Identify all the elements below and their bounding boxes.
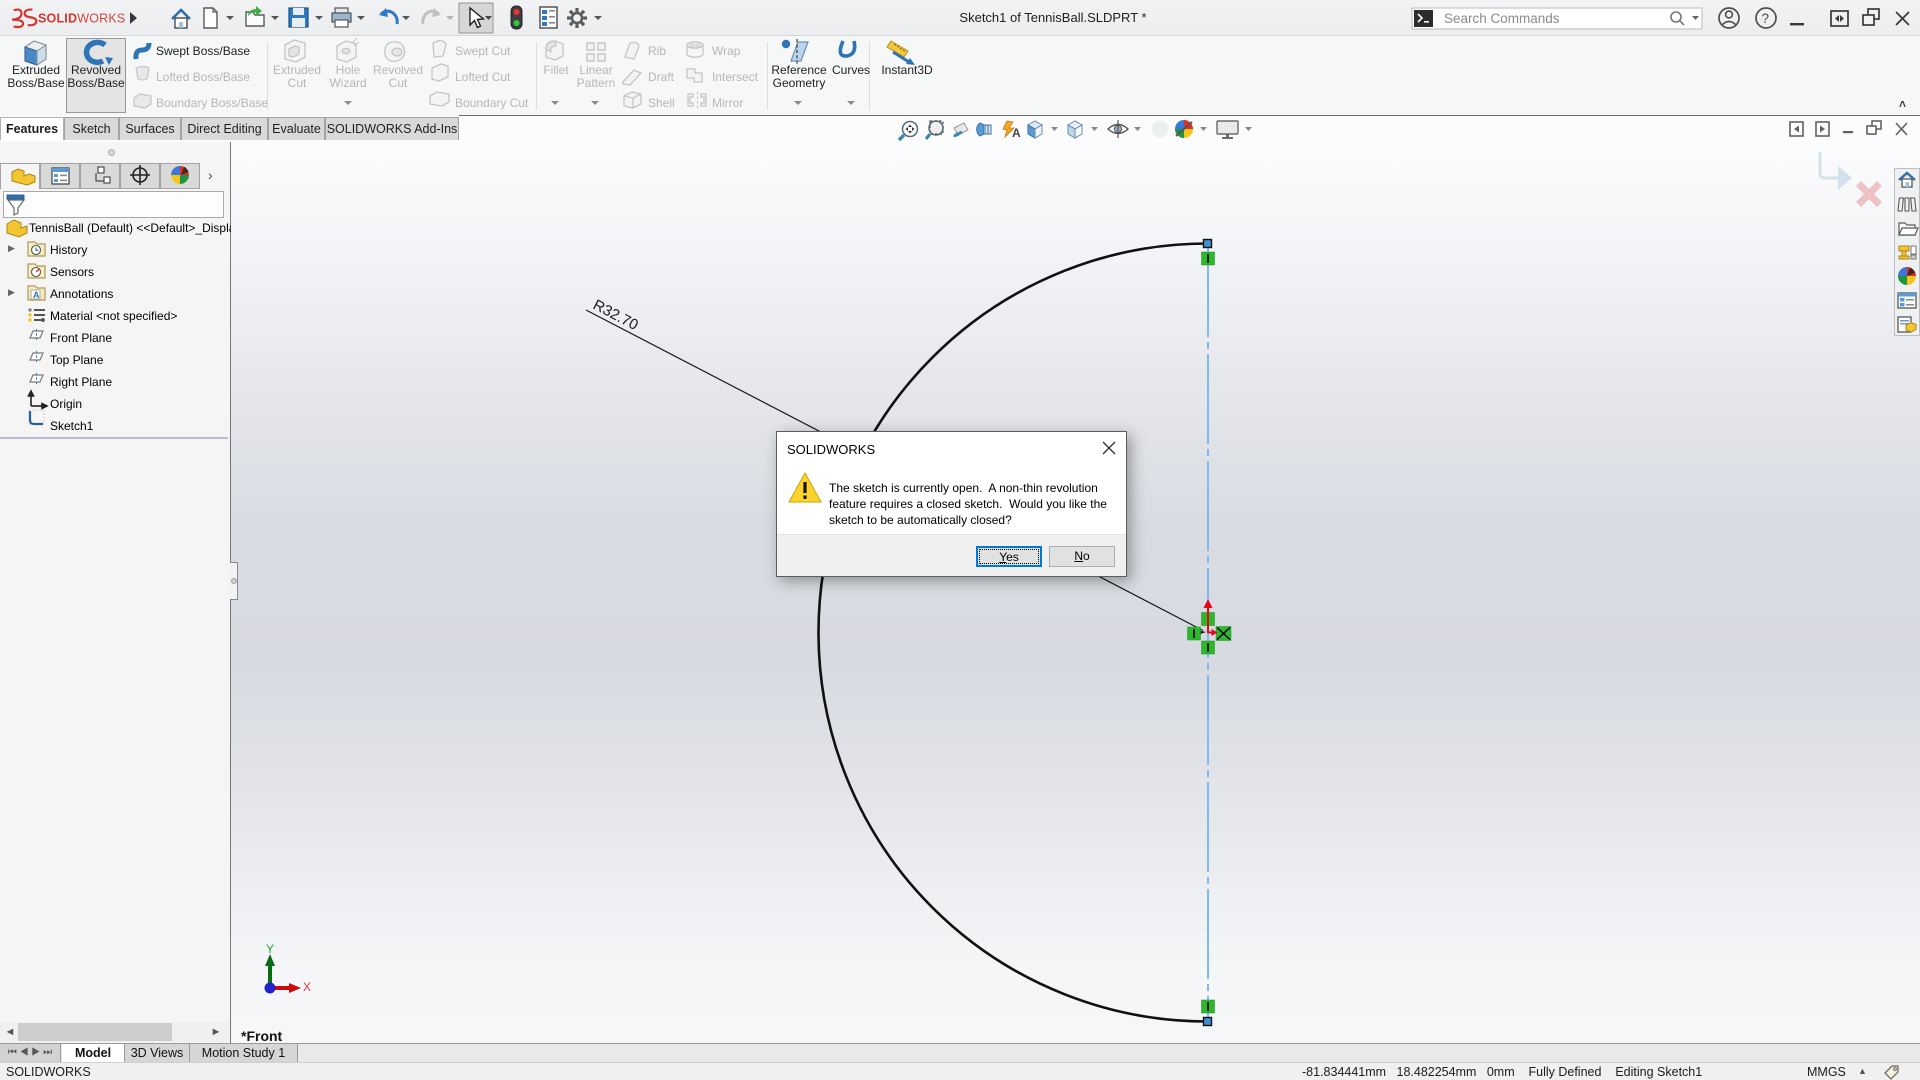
svg-text:Search Commands: Search Commands xyxy=(1444,11,1560,26)
svg-text:Y: Y xyxy=(266,942,274,956)
svg-text:?: ? xyxy=(1762,11,1770,26)
svg-text:*Front: *Front xyxy=(241,1028,283,1043)
svg-text:SOLIDWORKS: SOLIDWORKS xyxy=(38,12,125,26)
svg-text:R32.70: R32.70 xyxy=(590,296,641,333)
svg-text:A: A xyxy=(33,290,40,300)
svg-text:X: X xyxy=(303,980,311,994)
svg-text:A: A xyxy=(1012,126,1021,140)
